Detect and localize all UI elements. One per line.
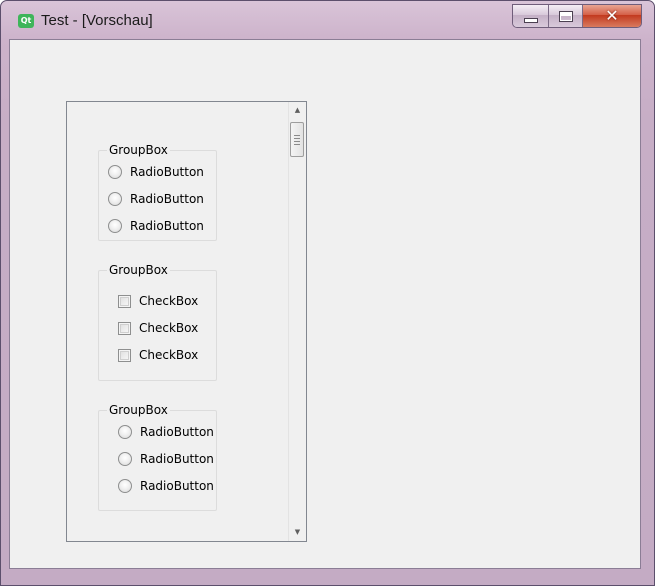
checkbox-label: CheckBox bbox=[139, 348, 199, 362]
checkbox-indicator[interactable] bbox=[118, 348, 131, 362]
vertical-scrollbar[interactable]: ▲ ▼ bbox=[288, 102, 306, 541]
grip-line bbox=[294, 144, 300, 145]
scroll-area[interactable]: GroupBox RadioButton RadioButton RadioBu… bbox=[66, 101, 307, 542]
groupbox-1: GroupBox RadioButton RadioButton RadioBu… bbox=[98, 143, 217, 241]
radio-indicator[interactable] bbox=[118, 479, 132, 493]
radio-button-6[interactable]: RadioButton bbox=[118, 479, 214, 493]
radio-button-1[interactable]: RadioButton bbox=[108, 165, 204, 179]
groupbox-title: GroupBox bbox=[107, 263, 170, 277]
window-frame: Qt Test - [Vorschau] ✕ GroupBox RadioBut… bbox=[0, 0, 655, 586]
scroll-up-arrow-icon[interactable]: ▲ bbox=[289, 102, 306, 119]
radio-indicator[interactable] bbox=[108, 192, 122, 206]
radio-label: RadioButton bbox=[130, 192, 204, 206]
radio-indicator[interactable] bbox=[118, 425, 132, 439]
close-icon: ✕ bbox=[605, 6, 619, 25]
minimize-button[interactable] bbox=[513, 5, 549, 27]
window-title: Test - [Vorschau] bbox=[41, 12, 153, 29]
radio-indicator[interactable] bbox=[108, 165, 122, 179]
grip-line bbox=[294, 135, 300, 136]
checkbox-label: CheckBox bbox=[139, 321, 199, 335]
radio-label: RadioButton bbox=[140, 425, 214, 439]
radio-button-3[interactable]: RadioButton bbox=[108, 219, 204, 233]
qt-logo-icon: Qt bbox=[18, 14, 34, 28]
radio-label: RadioButton bbox=[140, 479, 214, 493]
maximize-button[interactable] bbox=[549, 5, 583, 27]
radio-label: RadioButton bbox=[140, 452, 214, 466]
checkbox-label: CheckBox bbox=[139, 294, 199, 308]
grip-line bbox=[294, 138, 300, 139]
radio-indicator[interactable] bbox=[118, 452, 132, 466]
radio-button-2[interactable]: RadioButton bbox=[108, 192, 204, 206]
checkbox-1[interactable]: CheckBox bbox=[118, 294, 198, 308]
radio-label: RadioButton bbox=[130, 219, 204, 233]
radio-button-5[interactable]: RadioButton bbox=[118, 452, 214, 466]
checkbox-2[interactable]: CheckBox bbox=[118, 321, 198, 335]
scroll-down-arrow-icon[interactable]: ▼ bbox=[289, 524, 306, 541]
radio-indicator[interactable] bbox=[108, 219, 122, 233]
radio-label: RadioButton bbox=[130, 165, 204, 179]
window-controls: ✕ bbox=[512, 4, 642, 28]
groupbox-title: GroupBox bbox=[107, 143, 170, 157]
client-area: GroupBox RadioButton RadioButton RadioBu… bbox=[9, 39, 641, 569]
minimize-icon bbox=[523, 17, 538, 23]
groupbox-3: GroupBox RadioButton RadioButton RadioBu… bbox=[98, 403, 217, 511]
groupbox-title: GroupBox bbox=[107, 403, 170, 417]
maximize-icon bbox=[558, 10, 573, 22]
grip-line bbox=[294, 141, 300, 142]
radio-button-4[interactable]: RadioButton bbox=[118, 425, 214, 439]
checkbox-3[interactable]: CheckBox bbox=[118, 348, 198, 362]
checkbox-indicator[interactable] bbox=[118, 321, 131, 335]
scrollbar-thumb[interactable] bbox=[290, 122, 304, 157]
checkbox-indicator[interactable] bbox=[118, 294, 131, 308]
close-button[interactable]: ✕ bbox=[583, 5, 641, 27]
title-bar[interactable]: Qt Test - [Vorschau] ✕ bbox=[1, 1, 656, 39]
groupbox-2: GroupBox CheckBox CheckBox CheckBox bbox=[98, 263, 217, 381]
